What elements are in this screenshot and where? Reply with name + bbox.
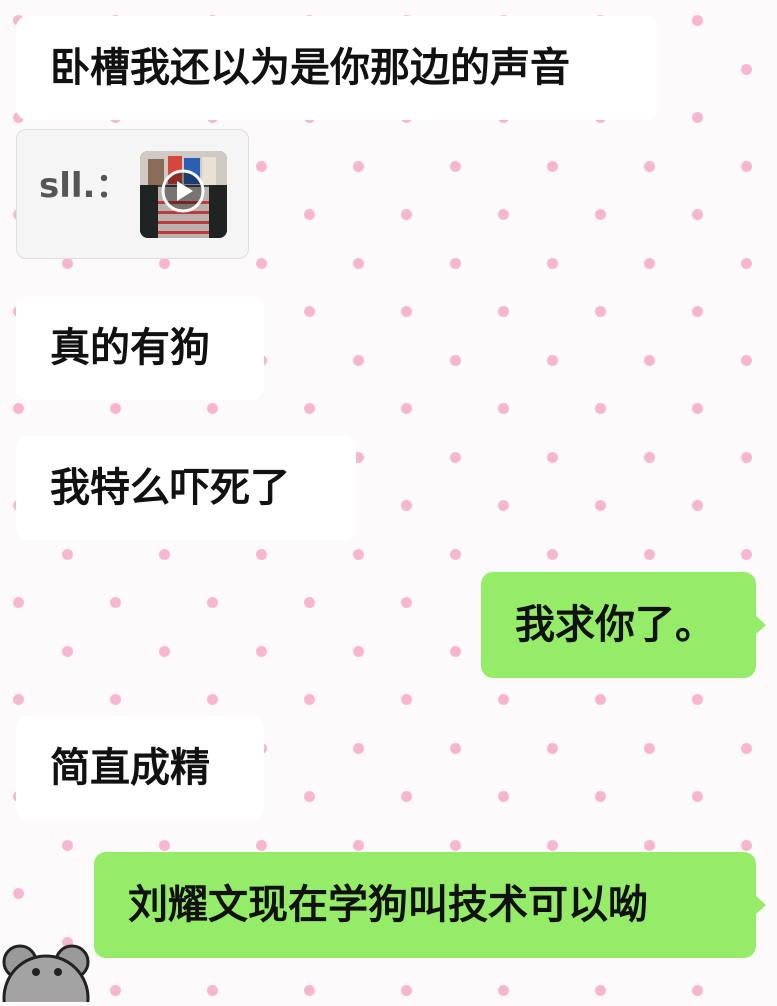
message-bubble-incoming[interactable]: 卧槽我还以为是你那边的声音 [16, 16, 658, 120]
message-bubble-incoming[interactable]: 真的有狗 [16, 296, 264, 400]
message-text: 刘耀文现在学狗叫技术可以呦 [128, 882, 648, 928]
play-icon [161, 169, 205, 213]
message-text: 卧槽我还以为是你那边的声音 [50, 45, 570, 91]
avatar[interactable] [0, 942, 92, 1006]
message-bubble-outgoing[interactable]: 刘耀文现在学狗叫技术可以呦 [94, 852, 756, 958]
chat-message-list[interactable]: 卧槽我还以为是你那边的声音 sll.： 真的有狗 我特么吓死了 我求你了。 简直… [0, 0, 777, 1006]
video-thumbnail[interactable] [140, 151, 227, 238]
message-bubble-incoming[interactable]: 简直成精 [16, 716, 264, 820]
message-text: 真的有狗 [50, 325, 210, 371]
message-bubble-incoming[interactable]: 我特么吓死了 [16, 436, 356, 540]
message-bubble-outgoing[interactable]: 我求你了。 [481, 572, 756, 678]
quoted-message[interactable]: sll.： [16, 129, 249, 259]
message-text: 我特么吓死了 [50, 465, 290, 511]
message-text: 简直成精 [50, 745, 210, 791]
message-text: 我求你了。 [515, 602, 715, 648]
gray-bear-avatar-icon [2, 944, 90, 1006]
quote-sender: sll.： [39, 166, 130, 206]
